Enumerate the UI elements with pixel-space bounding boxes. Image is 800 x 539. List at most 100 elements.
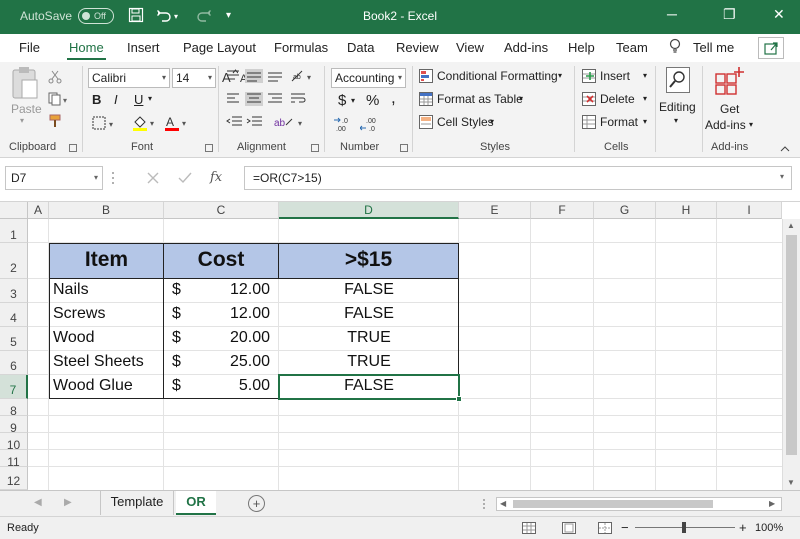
prev-sheet-icon[interactable]: ◀	[34, 497, 42, 508]
orientation-icon[interactable]: ab ▾	[290, 69, 316, 86]
number-launcher-icon[interactable]	[400, 144, 408, 152]
cell-item[interactable]: Wood Glue	[53, 377, 133, 395]
search-icon[interactable]	[666, 67, 690, 96]
font-size-combo[interactable]: 14 ▾	[172, 68, 216, 88]
scroll-up-icon[interactable]: ▲	[787, 221, 795, 230]
format-as-table-icon[interactable]	[419, 92, 433, 109]
column-header-d[interactable]: D	[279, 202, 459, 219]
fill-handle[interactable]	[456, 396, 462, 402]
row-header-7[interactable]: 7	[0, 375, 28, 399]
borders-icon[interactable]: ▾	[92, 116, 118, 133]
cell-item[interactable]: Screws	[53, 305, 105, 323]
paste-label[interactable]: Paste	[11, 102, 42, 116]
column-header-a[interactable]: A	[28, 202, 49, 219]
insert-cells-icon[interactable]	[582, 69, 596, 86]
comma-button[interactable]: ,	[391, 88, 396, 108]
tab-file[interactable]: File	[19, 40, 40, 55]
insert-cells-button[interactable]: Insert	[600, 69, 630, 83]
column-header-b[interactable]: B	[49, 202, 164, 219]
insert-function-button[interactable]: fx	[210, 170, 222, 185]
zoom-level[interactable]: 100%	[755, 522, 783, 534]
scroll-left-icon[interactable]: ◀	[500, 499, 506, 508]
column-header-h[interactable]: H	[656, 202, 717, 219]
paste-icon[interactable]	[10, 66, 40, 105]
cell-cost[interactable]: 25.00	[164, 353, 270, 371]
cell-result[interactable]: FALSE	[279, 281, 459, 299]
merge-center-icon[interactable]: ab ▾	[274, 115, 314, 132]
tab-team[interactable]: Team	[616, 40, 648, 55]
cancel-icon[interactable]	[146, 171, 160, 188]
insert-cells-dropdown-icon[interactable]: ▾	[643, 71, 647, 80]
restore-button[interactable]: ❐	[723, 6, 736, 23]
format-cells-icon[interactable]	[582, 115, 596, 132]
decrease-indent-icon[interactable]	[226, 115, 266, 132]
header-over-15[interactable]: >$15	[278, 243, 459, 279]
conditional-formatting-dropdown-icon[interactable]: ▾	[558, 71, 562, 80]
bold-button[interactable]: B	[92, 92, 101, 107]
share-button[interactable]	[758, 37, 784, 59]
cell-result[interactable]: TRUE	[279, 353, 459, 371]
number-format-combo[interactable]: Accounting ▾	[331, 68, 406, 88]
tab-page-layout[interactable]: Page Layout	[183, 40, 256, 55]
currency-dropdown-icon[interactable]: ▾	[351, 96, 355, 105]
tab-insert[interactable]: Insert	[127, 40, 160, 55]
header-cost[interactable]: Cost	[163, 243, 279, 279]
decrease-decimal-icon[interactable]: .00.0	[359, 116, 382, 135]
row-header-3[interactable]: 3	[0, 279, 28, 303]
cell-item[interactable]: Nails	[53, 281, 89, 299]
scroll-down-icon[interactable]: ▼	[787, 478, 795, 487]
alignment-launcher-icon[interactable]	[311, 144, 319, 152]
get-add-ins-label[interactable]: Get	[720, 102, 739, 116]
formula-input[interactable]: =OR(C7>15)	[244, 166, 792, 190]
italic-button[interactable]: I	[114, 92, 118, 107]
tab-review[interactable]: Review	[396, 40, 439, 55]
editing-button[interactable]: Editing	[659, 100, 696, 114]
zoom-slider-thumb[interactable]	[682, 522, 686, 533]
name-box[interactable]: D7 ▾	[5, 166, 103, 190]
scroll-right-icon[interactable]: ▶	[769, 499, 775, 508]
expand-formula-icon[interactable]: ▾	[780, 172, 784, 181]
add-ins-dropdown-icon[interactable]: ▾	[749, 120, 753, 129]
underline-dropdown-icon[interactable]: ▾	[148, 94, 152, 103]
cell-item[interactable]: Steel Sheets	[53, 353, 144, 371]
page-layout-view-icon[interactable]	[562, 522, 576, 537]
tab-data[interactable]: Data	[347, 40, 374, 55]
row-header-8[interactable]: 8	[0, 399, 28, 418]
tell-me-search[interactable]: Tell me	[693, 40, 734, 55]
font-launcher-icon[interactable]	[205, 144, 213, 152]
row-header-9[interactable]: 9	[0, 416, 28, 435]
left-align-icon[interactable]	[226, 92, 288, 109]
cell-styles-button[interactable]: Cell Styles	[437, 115, 494, 129]
tab-home[interactable]: Home	[67, 40, 106, 60]
cut-icon[interactable]	[48, 70, 62, 87]
add-ins-label[interactable]: Add-ins	[705, 118, 746, 132]
format-cells-button[interactable]: Format	[600, 115, 638, 129]
conditional-formatting-icon[interactable]	[419, 69, 433, 86]
column-header-f[interactable]: F	[531, 202, 594, 219]
column-header-g[interactable]: G	[594, 202, 656, 219]
row-header-5[interactable]: 5	[0, 327, 28, 351]
percent-button[interactable]: %	[366, 92, 379, 109]
column-header-c[interactable]: C	[164, 202, 279, 219]
font-color-icon[interactable]: A ▾	[164, 114, 190, 135]
currency-button[interactable]: $	[338, 92, 346, 109]
row-header-2[interactable]: 2	[0, 243, 28, 279]
row-header-1[interactable]: 1	[0, 219, 28, 243]
cell-result[interactable]: FALSE	[279, 305, 459, 323]
delete-cells-icon[interactable]	[582, 92, 596, 109]
clipboard-launcher-icon[interactable]	[69, 144, 77, 152]
close-button[interactable]: ✕	[773, 6, 785, 23]
copy-icon[interactable]: ▾	[48, 92, 70, 109]
collapse-ribbon-icon[interactable]	[780, 142, 790, 156]
column-header-i[interactable]: I	[717, 202, 782, 219]
increase-decimal-icon[interactable]: .0.00	[334, 116, 356, 135]
cell-styles-dropdown-icon[interactable]: ▾	[490, 117, 494, 126]
cell-cost[interactable]: 12.00	[164, 305, 270, 323]
zoom-out-button[interactable]: −	[621, 520, 629, 535]
page-break-view-icon[interactable]	[598, 522, 612, 537]
normal-view-icon[interactable]	[522, 522, 536, 537]
cell-cost[interactable]: 20.00	[164, 329, 270, 347]
get-add-ins-icon[interactable]	[714, 66, 744, 99]
tab-help[interactable]: Help	[568, 40, 595, 55]
worksheet-grid[interactable]: A B C D E F G H I 1 2 3 4 5 6 7 8 9 10 1…	[0, 202, 800, 490]
